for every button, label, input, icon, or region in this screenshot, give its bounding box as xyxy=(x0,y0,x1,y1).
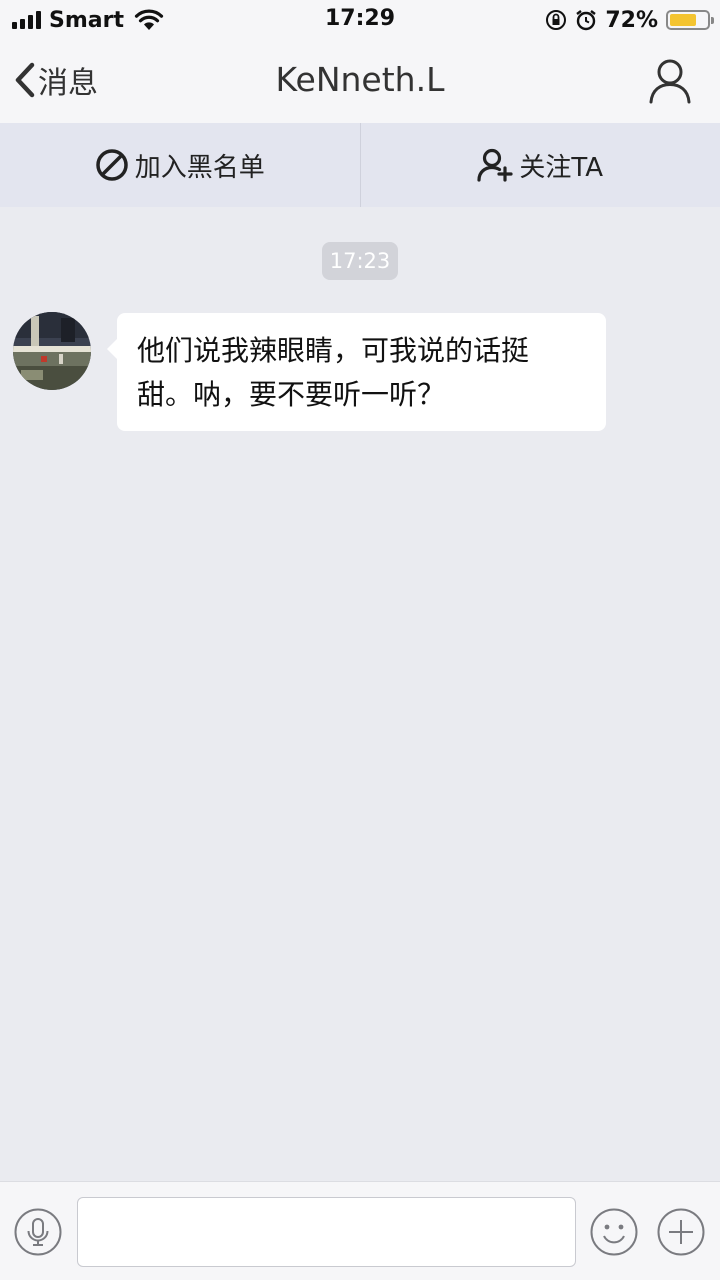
microphone-icon xyxy=(14,1208,62,1256)
battery-fill xyxy=(670,14,696,26)
profile-button[interactable] xyxy=(648,58,692,104)
alarm-icon xyxy=(576,10,597,31)
battery-percent: 72% xyxy=(605,7,658,33)
message-text-line-2: 甜。呐，要不要听一听？ xyxy=(137,378,446,411)
message-text-line-1: 他们说我辣眼睛，可我说的话挺 xyxy=(137,334,530,367)
plus-icon xyxy=(657,1208,705,1256)
orientation-lock-icon xyxy=(546,10,567,30)
person-icon xyxy=(649,59,691,104)
avatar[interactable] xyxy=(13,312,91,390)
more-button[interactable] xyxy=(657,1208,705,1256)
battery-icon xyxy=(666,10,714,30)
input-bar xyxy=(0,1181,720,1280)
follow-button[interactable]: 关注TA xyxy=(359,123,720,207)
avatar-photo xyxy=(13,312,91,390)
voice-button[interactable] xyxy=(14,1208,62,1256)
message-timestamp: 17:23 xyxy=(322,242,398,280)
emoji-button[interactable] xyxy=(590,1208,638,1256)
message-bubble[interactable]: 他们说我辣眼睛，可我说的话挺 甜。呐，要不要听一听？ xyxy=(107,313,606,431)
emoji-icon xyxy=(590,1208,638,1256)
block-icon xyxy=(95,149,128,181)
follow-label: 关注TA xyxy=(519,152,604,183)
nav-bar: 消息 KeNneth.L xyxy=(0,40,720,123)
action-bar: 加入黑名单 关注TA xyxy=(0,123,720,207)
status-right: 72% xyxy=(545,6,714,34)
page-title: KeNneth.L xyxy=(275,60,445,99)
message-input[interactable] xyxy=(77,1197,576,1267)
status-bar: Smart 17:29 72% xyxy=(0,0,720,40)
add-person-icon xyxy=(477,148,514,182)
add-to-blacklist-label: 加入黑名单 xyxy=(134,152,265,183)
add-to-blacklist-button[interactable]: 加入黑名单 xyxy=(0,123,360,207)
